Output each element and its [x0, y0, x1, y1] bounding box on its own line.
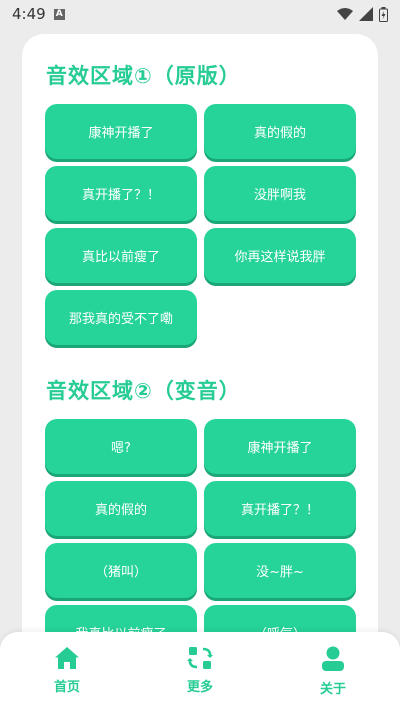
signal-icon [359, 7, 373, 21]
sound-button[interactable]: 真开播了？！ [45, 166, 197, 221]
nav-more[interactable]: 更多 [160, 646, 240, 695]
sound-button[interactable]: 康神开播了 [45, 104, 197, 159]
nav-about[interactable]: 关于 [293, 646, 373, 697]
bottom-nav: 首页 更多 关于 [0, 632, 400, 710]
sound-button[interactable]: 康神开播了 [204, 419, 356, 474]
sound-button[interactable]: 真开播了？！ [204, 481, 356, 536]
sound-button[interactable]: 嗯? [45, 419, 197, 474]
battery-icon [379, 6, 388, 22]
nav-home-label: 首页 [53, 680, 80, 695]
sound-button[interactable]: （猪叫） [45, 543, 197, 598]
sound-button[interactable]: 真的假的 [204, 104, 356, 159]
notification-icon: A [53, 8, 65, 20]
sound-button[interactable]: 没~胖~ [204, 543, 356, 598]
sound-button[interactable]: 真比以前瘦了 [45, 228, 197, 283]
section-title-original: 音效区域①（原版） [46, 64, 241, 88]
section-title-pitch: 音效区域②（变音） [46, 379, 241, 403]
sound-button[interactable]: 真的假的 [45, 481, 197, 536]
sound-button[interactable]: 你再这样说我胖 [204, 228, 356, 283]
status-bar: 4:49 A [0, 0, 400, 28]
status-icons [337, 6, 388, 22]
home-icon [55, 647, 79, 669]
sound-list-card[interactable]: 音效区域①（原版） 康神开播了 真的假的 真开播了？！ 没胖啊我 真比以前瘦了 … [22, 34, 378, 654]
user-icon [322, 646, 344, 671]
sound-button[interactable]: 那我真的受不了嘞 [45, 290, 197, 345]
nav-home[interactable]: 首页 [27, 646, 107, 695]
status-time: 4:49 [12, 5, 46, 23]
wifi-icon [337, 8, 353, 20]
nav-more-label: 更多 [186, 680, 213, 695]
more-icon [187, 647, 213, 669]
nav-about-label: 关于 [319, 682, 346, 697]
sound-button[interactable]: 没胖啊我 [204, 166, 356, 221]
